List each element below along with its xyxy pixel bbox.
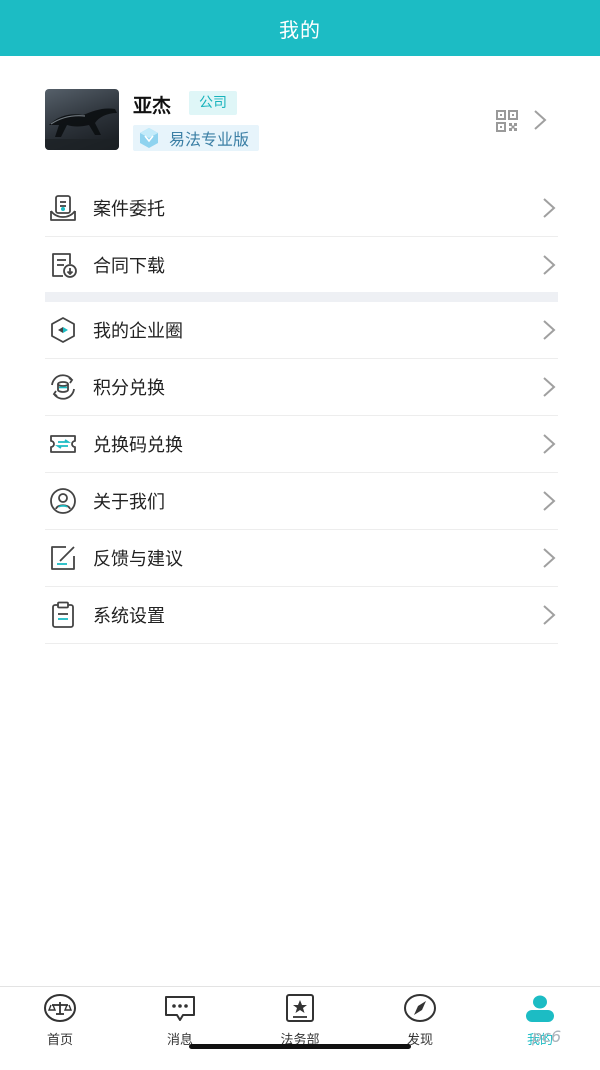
tab-legal-dept[interactable]: 法务部 <box>240 993 360 1049</box>
menu-item-label: 系统设置 <box>93 606 165 627</box>
page-title: 我的 <box>279 17 321 42</box>
menu-item-points-exchange[interactable]: 积分兑换 <box>45 359 558 416</box>
bottom-tab-bar: 首页 消息 法务部 发现 我的 pc6 <box>0 986 600 1070</box>
feedback-icon <box>51 546 75 570</box>
profile-icon <box>526 995 554 1022</box>
section-divider <box>45 292 558 302</box>
chevron-right-icon <box>543 434 556 454</box>
top-bar: 我的 <box>0 0 600 56</box>
tab-messages[interactable]: 消息 <box>120 993 240 1049</box>
menu-item-enterprise-circle[interactable]: 我的企业圈 <box>45 302 558 359</box>
chevron-right-icon <box>543 320 556 340</box>
tab-home[interactable]: 首页 <box>0 993 120 1049</box>
content-area: 亚杰 公司 易法专业版 案件委托 合同下载 我的企业圈 积分兑换 兑换码兑换 关… <box>0 56 600 986</box>
plan-badge[interactable]: 易法专业版 <box>133 125 260 151</box>
discover-icon <box>404 994 436 1022</box>
chevron-right-icon <box>543 198 556 218</box>
avatar[interactable] <box>45 89 119 150</box>
menu-item-label: 案件委托 <box>93 199 165 220</box>
profile-card[interactable]: 亚杰 公司 易法专业版 <box>45 89 558 151</box>
case-delegate-icon <box>50 195 76 221</box>
settings-icon <box>52 601 74 628</box>
chevron-right-icon <box>534 110 547 130</box>
user-name: 亚杰 <box>133 95 172 117</box>
menu-item-label: 兑换码兑换 <box>93 435 183 456</box>
chevron-right-icon <box>543 491 556 511</box>
user-type-badge: 公司 <box>189 91 237 115</box>
menu-group-more: 我的企业圈 积分兑换 兑换码兑换 关于我们 反馈与建议 系统设置 <box>45 302 558 644</box>
watermark: pc6 <box>532 1027 562 1046</box>
avatar-image <box>45 108 119 150</box>
plan-label: 易法专业版 <box>169 130 250 149</box>
chevron-right-icon <box>543 605 556 625</box>
chevron-right-icon <box>543 377 556 397</box>
menu-item-label: 合同下载 <box>93 256 165 277</box>
message-icon <box>165 996 195 1021</box>
menu-item-case-delegate[interactable]: 案件委托 <box>45 180 558 237</box>
enterprise-circle-icon <box>51 317 75 343</box>
menu-item-feedback[interactable]: 反馈与建议 <box>45 530 558 587</box>
menu-item-label: 反馈与建议 <box>93 549 183 570</box>
contract-download-icon <box>52 253 77 278</box>
menu-item-contract-download[interactable]: 合同下载 <box>45 237 558 294</box>
legal-dept-icon <box>286 994 314 1022</box>
chevron-right-icon <box>543 255 556 275</box>
chevron-right-icon <box>543 548 556 568</box>
menu-item-settings[interactable]: 系统设置 <box>45 587 558 644</box>
about-us-icon <box>50 488 76 514</box>
menu-group-services: 案件委托 合同下载 <box>45 180 558 294</box>
menu-item-redeem-code[interactable]: 兑换码兑换 <box>45 416 558 473</box>
tab-label: 首页 <box>46 1033 73 1048</box>
menu-item-label: 我的企业圈 <box>93 321 183 342</box>
home-scales-icon <box>44 994 76 1022</box>
redeem-code-icon <box>50 435 76 453</box>
qr-code-icon[interactable] <box>495 109 519 133</box>
menu-item-label: 积分兑换 <box>93 378 165 399</box>
menu-item-about-us[interactable]: 关于我们 <box>45 473 558 530</box>
points-exchange-icon <box>51 374 75 400</box>
home-indicator <box>189 1044 411 1049</box>
menu-item-label: 关于我们 <box>93 492 165 513</box>
tab-discover[interactable]: 发现 <box>360 993 480 1049</box>
diamond-icon <box>140 128 158 148</box>
